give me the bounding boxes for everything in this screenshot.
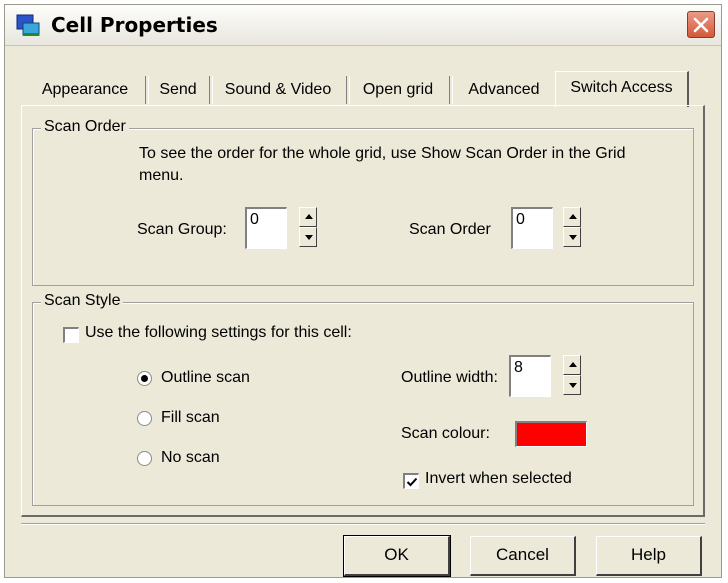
arrow-down-icon	[305, 235, 313, 240]
close-button[interactable]	[687, 11, 715, 38]
scan-order-stepper	[563, 207, 581, 249]
outline-width-label: Outline width:	[401, 369, 498, 386]
checkmark-icon	[406, 477, 418, 487]
scan-style-group: Scan Style Use the following settings fo…	[32, 292, 694, 506]
scan-order-input[interactable]: 0	[511, 207, 553, 249]
window-title: Cell Properties	[51, 13, 218, 37]
scan-order-info-line2: menu.	[139, 167, 184, 184]
outline-width-down-button[interactable]	[563, 375, 581, 395]
scan-order-group-title: Scan Order	[41, 118, 129, 136]
use-settings-label: Use the following settings for this cell…	[85, 324, 352, 341]
outline-width-input[interactable]: 8	[509, 355, 551, 397]
tab-divider	[346, 76, 350, 104]
no-scan-label: No scan	[161, 449, 220, 466]
tab-sound-video[interactable]: Sound & Video	[214, 76, 342, 106]
scan-order-info-line1: To see the order for the whole grid, use…	[139, 145, 626, 162]
tab-open-grid[interactable]: Open grid	[352, 76, 444, 106]
arrow-up-icon	[569, 362, 577, 367]
arrow-down-icon	[569, 383, 577, 388]
title-bar[interactable]: Cell Properties	[5, 5, 721, 46]
scan-group-down-button[interactable]	[299, 227, 317, 247]
outline-width-stepper	[563, 355, 581, 397]
scan-order-up-button[interactable]	[563, 207, 581, 227]
scan-group-input[interactable]: 0	[245, 207, 287, 249]
arrow-up-icon	[569, 214, 577, 219]
scan-order-label: Scan Order	[409, 221, 491, 238]
scan-group-stepper	[299, 207, 317, 249]
outline-scan-label: Outline scan	[161, 369, 250, 386]
radio-selected-dot	[141, 375, 148, 382]
outline-width-up-button[interactable]	[563, 355, 581, 375]
tab-divider	[209, 76, 213, 104]
help-button[interactable]: Help	[596, 536, 702, 576]
ok-button[interactable]: OK	[343, 535, 451, 577]
scan-order-down-button[interactable]	[563, 227, 581, 247]
tab-divider	[449, 76, 453, 104]
footer-divider	[21, 523, 705, 525]
arrow-down-icon	[569, 235, 577, 240]
scan-order-group: Scan Order To see the order for the whol…	[32, 118, 694, 286]
fill-scan-radio[interactable]	[137, 411, 152, 426]
invert-when-selected-label: Invert when selected	[425, 470, 572, 487]
scan-group-label: Scan Group:	[137, 221, 227, 238]
tab-advanced[interactable]: Advanced	[455, 76, 553, 106]
no-scan-radio[interactable]	[137, 451, 152, 466]
close-icon	[693, 17, 709, 33]
tab-send[interactable]: Send	[151, 76, 205, 106]
scan-colour-swatch[interactable]	[515, 421, 587, 447]
use-settings-checkbox[interactable]	[63, 327, 79, 343]
invert-when-selected-checkbox[interactable]	[403, 473, 419, 489]
cancel-button[interactable]: Cancel	[470, 536, 576, 576]
fill-scan-label: Fill scan	[161, 409, 220, 426]
tab-panel-switch-access: Scan Order To see the order for the whol…	[21, 105, 705, 517]
scan-style-group-title: Scan Style	[41, 292, 124, 310]
tab-divider	[145, 76, 149, 104]
tab-switch-access[interactable]: Switch Access	[555, 71, 689, 107]
cell-properties-dialog: Cell Properties Appearance Send Sound & …	[4, 4, 722, 578]
app-icon	[16, 14, 40, 36]
arrow-up-icon	[305, 214, 313, 219]
tab-appearance[interactable]: Appearance	[31, 76, 139, 106]
outline-scan-radio[interactable]	[137, 371, 152, 386]
scan-group-up-button[interactable]	[299, 207, 317, 227]
scan-colour-label: Scan colour:	[401, 425, 490, 442]
